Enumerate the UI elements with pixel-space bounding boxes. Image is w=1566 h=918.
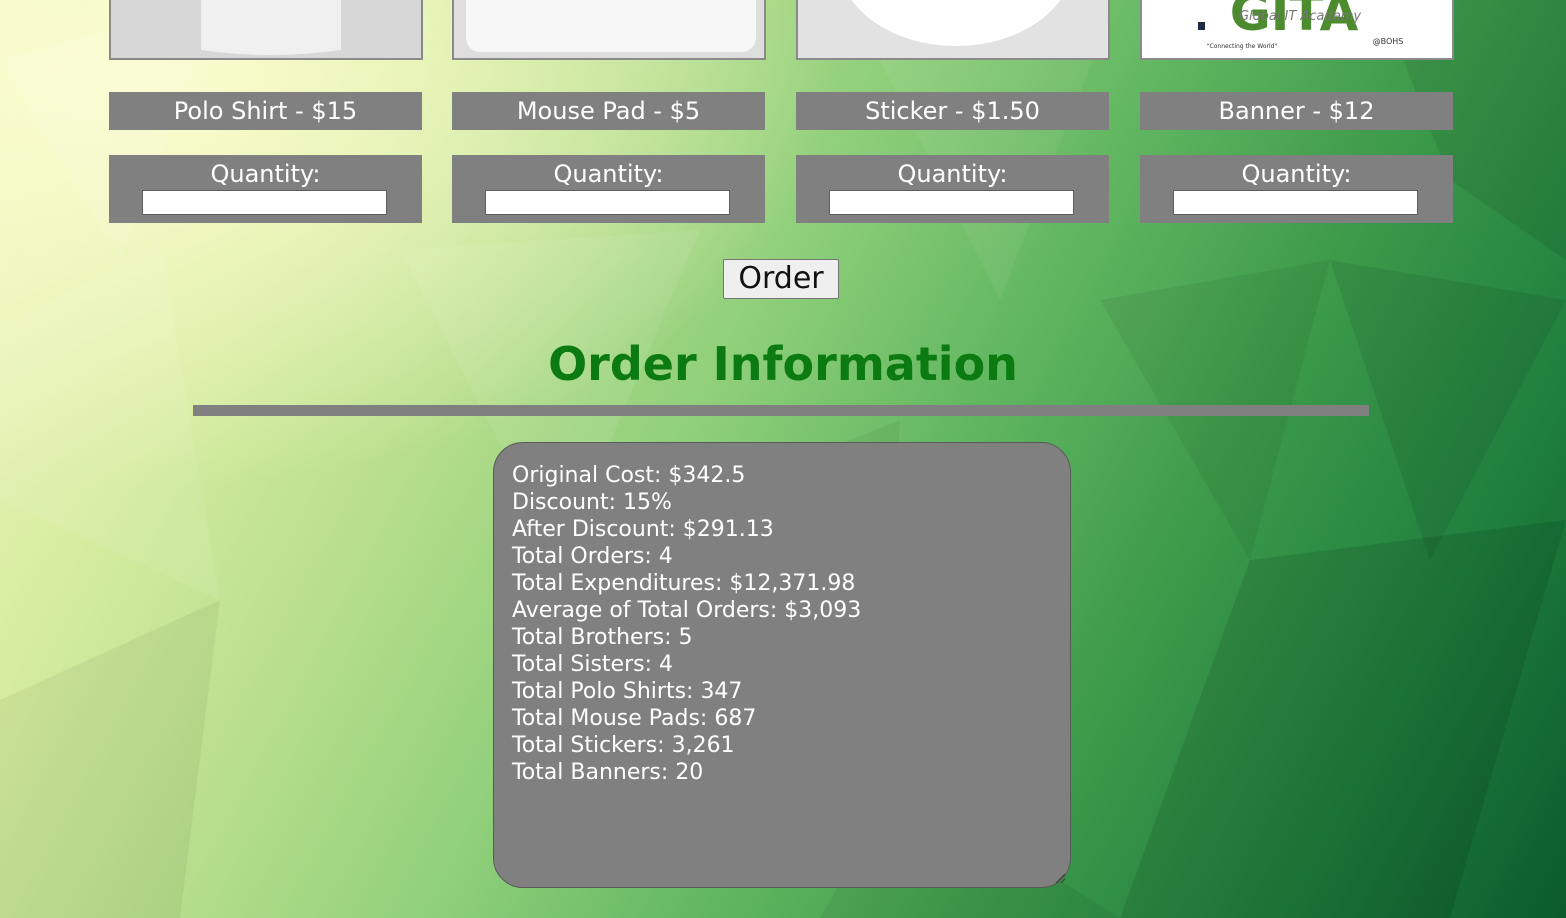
order-information-heading: Order Information [548, 337, 1018, 391]
order-button[interactable]: Order [723, 259, 839, 299]
order-information-textarea[interactable]: Original Cost: $342.5 Discount: 15% Afte… [493, 442, 1071, 888]
banner-quantity-input[interactable] [1173, 190, 1418, 215]
sticker-quantity-input[interactable] [829, 190, 1074, 215]
sticker-quantity-box: Quantity: [796, 155, 1109, 223]
svg-text:Global IT Academy: Global IT Academy [1239, 9, 1361, 24]
mouse-pad-quantity-box: Quantity: [452, 155, 765, 223]
quantity-label: Quantity: [897, 160, 1008, 188]
banner-quantity-box: Quantity: [1140, 155, 1453, 223]
svg-text:@BOHS: @BOHS [1373, 37, 1404, 46]
polo-shirt-image [109, 0, 423, 60]
section-divider [193, 405, 1369, 416]
sticker-label: Sticker - $1.50 [796, 92, 1109, 130]
quantity-label: Quantity: [1241, 160, 1352, 188]
mouse-pad-image [452, 0, 766, 60]
mouse-pad-label: Mouse Pad - $5 [452, 92, 765, 130]
polo-shirt-label: Polo Shirt - $15 [109, 92, 422, 130]
mouse-pad-quantity-input[interactable] [485, 190, 730, 215]
banner-logo-image: GITA Global IT Academy "Connecting the W… [1140, 0, 1454, 60]
banner-label: Banner - $12 [1140, 92, 1453, 130]
svg-text:"Connecting the World": "Connecting the World" [1207, 43, 1278, 50]
polo-shirt-quantity-input[interactable] [142, 190, 387, 215]
polo-shirt-quantity-box: Quantity: [109, 155, 422, 223]
resize-handle-icon[interactable] [1054, 872, 1066, 884]
quantity-label: Quantity: [210, 160, 321, 188]
quantity-label: Quantity: [553, 160, 664, 188]
sticker-image [796, 0, 1110, 60]
